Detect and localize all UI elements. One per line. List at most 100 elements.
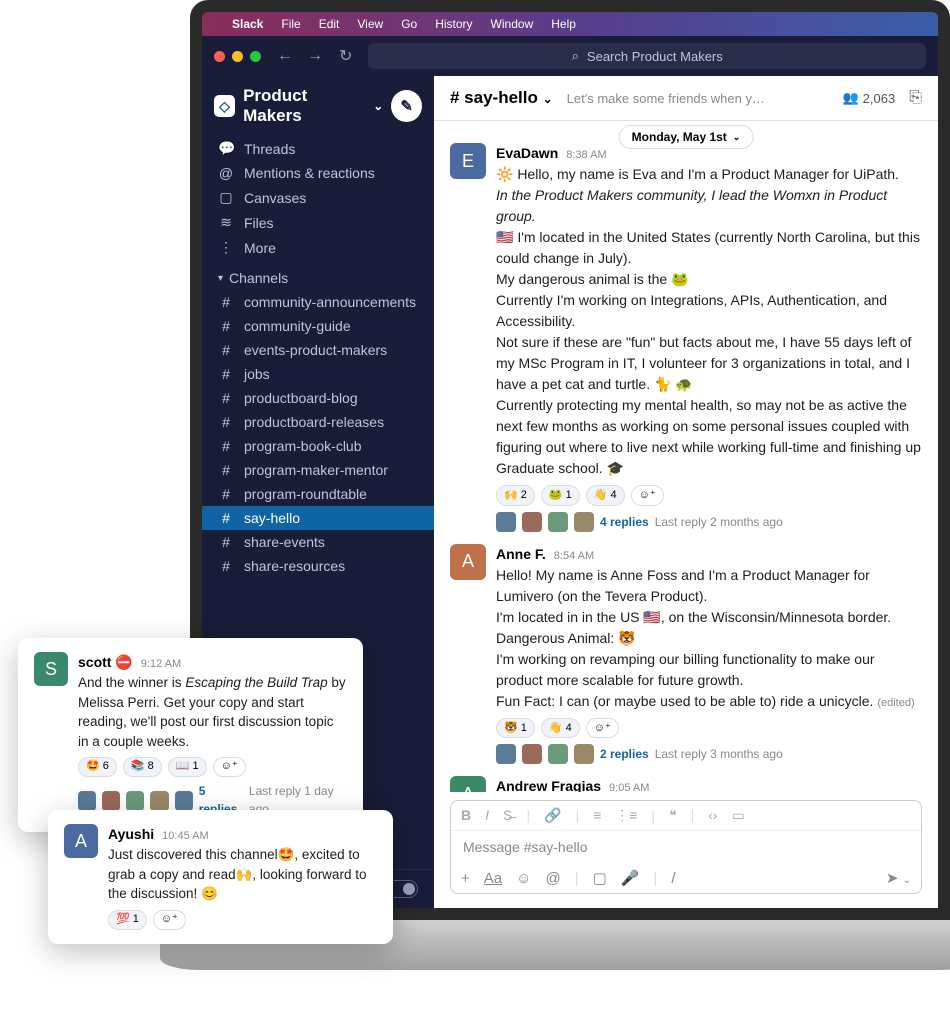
message-author[interactable]: EvaDawn: [496, 143, 558, 164]
reaction[interactable]: 👋 4: [586, 485, 625, 506]
sidebar-channel[interactable]: #program-maker-mentor: [202, 458, 434, 482]
workspace-switcher[interactable]: ◇ Product Makers ⌄ ✎: [202, 76, 434, 136]
reaction[interactable]: 🐯 1: [496, 718, 535, 739]
message-author[interactable]: Ayushi: [108, 824, 154, 844]
chevron-down-icon: ⌄: [373, 99, 383, 113]
avatar[interactable]: A: [450, 776, 486, 792]
channel-members[interactable]: 👥 2,063: [842, 90, 895, 106]
sidebar-channel[interactable]: #program-book-club: [202, 434, 434, 458]
menubar-item[interactable]: Window: [491, 17, 534, 31]
menubar-item[interactable]: Edit: [319, 17, 340, 31]
compose-button[interactable]: ✎: [391, 90, 422, 122]
menubar-item[interactable]: File: [281, 17, 300, 31]
channel-topic[interactable]: Let's make some friends when y…: [567, 91, 829, 106]
message-text: And the winner is Escaping the Build Tra…: [78, 673, 347, 751]
sidebar-item[interactable]: ≋Files: [202, 210, 434, 235]
send-button[interactable]: ➤ ⌄: [886, 869, 911, 887]
search-input[interactable]: ⌕ Search Product Makers: [368, 43, 926, 69]
nav-back-icon[interactable]: ←: [277, 47, 293, 65]
ol-icon[interactable]: ≡: [593, 807, 601, 824]
close-icon[interactable]: [214, 51, 225, 62]
link-icon[interactable]: 🔗: [544, 807, 561, 824]
italic-icon[interactable]: I: [485, 807, 489, 824]
message-composer[interactable]: B I S̶ | 🔗 | ≡ ⋮≡ | ❝ | ‹› ▭ Messa: [450, 800, 922, 894]
history-icon[interactable]: ↻: [339, 46, 352, 66]
add-reaction-button[interactable]: ☺⁺: [586, 718, 619, 739]
reaction[interactable]: 🙌 2: [496, 485, 535, 506]
channel-name[interactable]: # say-hello ⌄: [450, 88, 553, 108]
sidebar-channel[interactable]: #events-product-makers: [202, 338, 434, 362]
reply-count[interactable]: 4 replies: [600, 513, 649, 531]
menubar-item[interactable]: Go: [401, 17, 417, 31]
reaction[interactable]: 👋 4: [541, 718, 580, 739]
menubar-item[interactable]: View: [357, 17, 383, 31]
sidebar-item[interactable]: ⋮More: [202, 235, 434, 260]
code-icon[interactable]: ‹›: [708, 807, 717, 824]
nav-icon: @: [218, 165, 234, 181]
member-count: 2,063: [863, 91, 896, 106]
sidebar-channel[interactable]: #program-roundtable: [202, 482, 434, 506]
channel-header: # say-hello ⌄ Let's make some friends wh…: [434, 76, 938, 121]
format-icon[interactable]: Aa: [484, 870, 502, 887]
channel-label: jobs: [244, 366, 270, 382]
minimize-icon[interactable]: [232, 51, 243, 62]
reaction[interactable]: 💯 1: [108, 910, 147, 930]
reaction[interactable]: 📖 1: [168, 757, 207, 777]
sidebar-channel[interactable]: #share-events: [202, 530, 434, 554]
avatar[interactable]: A: [450, 544, 486, 580]
maximize-icon[interactable]: [250, 51, 261, 62]
strike-icon[interactable]: S̶: [503, 807, 512, 824]
attach-icon[interactable]: +: [461, 870, 470, 887]
menubar-item[interactable]: Help: [551, 17, 576, 31]
window-controls[interactable]: [214, 51, 261, 62]
mention-icon[interactable]: @: [545, 870, 560, 887]
reaction[interactable]: 🤩 6: [78, 757, 117, 777]
nav-forward-icon[interactable]: →: [307, 47, 323, 65]
reply-time: Last reply 3 months ago: [655, 745, 783, 763]
quote-icon[interactable]: ❝: [669, 807, 677, 824]
reaction[interactable]: 🐸 1: [541, 485, 580, 506]
codeblock-icon[interactable]: ▭: [732, 807, 745, 824]
sidebar-section-channels[interactable]: ▾ Channels: [202, 260, 434, 290]
message-author[interactable]: Andrew Fragias: [496, 776, 601, 792]
reaction[interactable]: 📚 8: [123, 757, 162, 777]
sidebar-channel[interactable]: #share-resources: [202, 554, 434, 578]
menubar-item[interactable]: History: [435, 17, 472, 31]
message: AAnne F.8:54 AMHello! My name is Anne Fo…: [434, 538, 938, 771]
shortcut-icon[interactable]: /: [671, 870, 675, 887]
format-toolbar: B I S̶ | 🔗 | ≡ ⋮≡ | ❝ | ‹› ▭: [451, 801, 921, 831]
video-icon[interactable]: ▢: [593, 869, 607, 887]
menubar-app[interactable]: Slack: [232, 17, 263, 31]
message-author[interactable]: scott ⛔: [78, 652, 133, 672]
audio-icon[interactable]: 🎤: [621, 869, 640, 887]
hash-icon: #: [218, 414, 234, 430]
add-reaction-button[interactable]: ☺⁺: [153, 910, 186, 930]
sidebar-item[interactable]: 💬Threads: [202, 136, 434, 161]
hash-icon: #: [218, 318, 234, 334]
add-reaction-button[interactable]: ☺⁺: [631, 485, 664, 506]
canvas-icon[interactable]: ⎘: [909, 89, 922, 107]
emoji-icon[interactable]: ☺: [516, 870, 531, 887]
sidebar-item[interactable]: ▢Canvases: [202, 185, 434, 210]
message-author[interactable]: Anne F.: [496, 544, 546, 565]
avatar[interactable]: S: [34, 652, 68, 686]
sidebar-channel[interactable]: #productboard-releases: [202, 410, 434, 434]
sidebar-channel[interactable]: #jobs: [202, 362, 434, 386]
add-reaction-button[interactable]: ☺⁺: [213, 757, 246, 777]
sidebar-channel[interactable]: #community-announcements: [202, 290, 434, 314]
ul-icon[interactable]: ⋮≡: [615, 807, 637, 824]
message-text: 🔆 Hello, my name is Eva and I'm a Produc…: [496, 164, 922, 479]
reply-count[interactable]: 2 replies: [600, 745, 649, 763]
avatar[interactable]: E: [450, 143, 486, 179]
bold-icon[interactable]: B: [461, 807, 471, 824]
composer-input[interactable]: Message #say-hello: [451, 831, 921, 863]
sidebar-channel[interactable]: #productboard-blog: [202, 386, 434, 410]
sidebar-item-label: Canvases: [244, 190, 306, 206]
reply-time: Last reply 2 months ago: [655, 513, 783, 531]
hash-icon: #: [218, 342, 234, 358]
sidebar-channel[interactable]: #say-hello: [202, 506, 434, 530]
date-divider[interactable]: Monday, May 1st ⌄: [619, 125, 754, 149]
sidebar-item[interactable]: @Mentions & reactions: [202, 161, 434, 185]
sidebar-channel[interactable]: #community-guide: [202, 314, 434, 338]
avatar[interactable]: A: [64, 824, 98, 858]
